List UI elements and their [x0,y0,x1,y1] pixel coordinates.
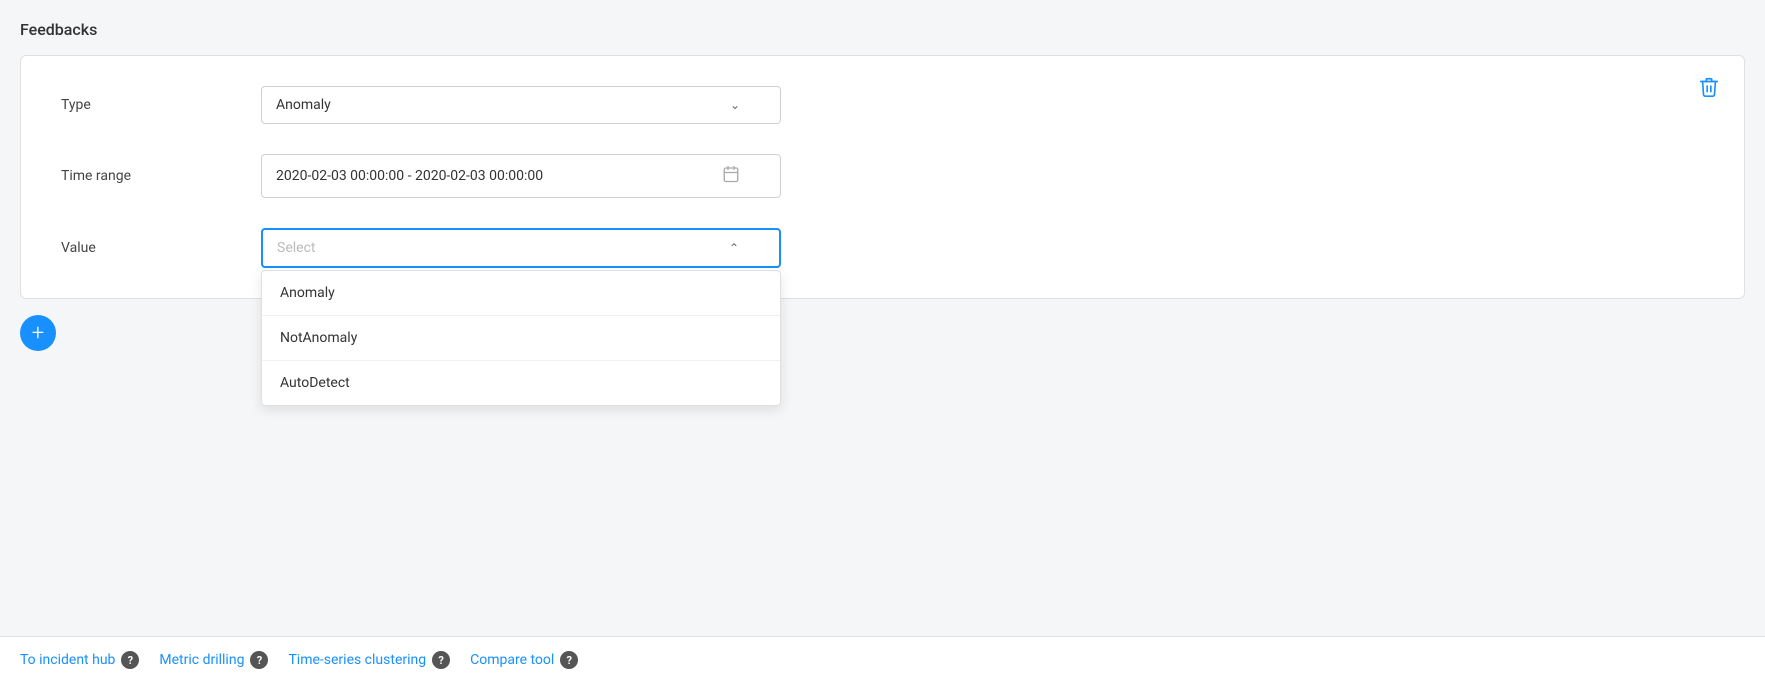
value-row: Value Select ⌃ Anomaly NotAnomaly AutoDe… [61,228,1704,268]
page-title: Feedbacks [20,20,1745,39]
type-select[interactable]: Anomaly ⌄ [261,86,781,124]
help-icon-time-series-clustering[interactable]: ? [432,651,450,669]
time-range-input[interactable]: 2020-02-03 00:00:00 - 2020-02-03 00:00:0… [261,154,781,198]
nav-link-incident-hub[interactable]: To incident hub [20,652,115,668]
nav-link-metric-drilling[interactable]: Metric drilling [159,652,244,668]
nav-link-time-series-clustering[interactable]: Time-series clustering [288,652,426,668]
value-control: Select ⌃ Anomaly NotAnomaly AutoDetect [261,228,781,268]
type-control: Anomaly ⌄ [261,86,781,124]
calendar-icon [722,165,740,187]
time-range-label: Time range [61,168,261,184]
help-icon-metric-drilling[interactable]: ? [250,651,268,669]
footer-nav: To incident hub ? Metric drilling ? Time… [0,636,1765,683]
time-range-control: 2020-02-03 00:00:00 - 2020-02-03 00:00:0… [261,154,781,198]
type-label: Type [61,97,261,113]
value-select[interactable]: Select ⌃ [261,228,781,268]
type-chevron-down-icon: ⌄ [730,98,740,112]
nav-link-compare-tool[interactable]: Compare tool [470,652,554,668]
value-dropdown: Anomaly NotAnomaly AutoDetect [261,270,781,406]
help-icon-compare-tool[interactable]: ? [560,651,578,669]
value-label: Value [61,228,261,256]
type-value: Anomaly [276,97,331,113]
dropdown-item-anomaly[interactable]: Anomaly [262,271,780,316]
feedback-card: Type Anomaly ⌄ Time range 2020-02-03 00:… [20,55,1745,299]
add-feedback-button[interactable]: + [20,315,56,351]
dropdown-item-notanomaly[interactable]: NotAnomaly [262,316,780,361]
time-range-value: 2020-02-03 00:00:00 - 2020-02-03 00:00:0… [276,168,543,184]
value-placeholder: Select [277,240,315,256]
help-icon-incident-hub[interactable]: ? [121,651,139,669]
type-row: Type Anomaly ⌄ [61,86,1704,124]
dropdown-item-autodetect[interactable]: AutoDetect [262,361,780,405]
time-range-row: Time range 2020-02-03 00:00:00 - 2020-02… [61,154,1704,198]
delete-button[interactable] [1698,76,1720,103]
value-chevron-up-icon: ⌃ [729,241,739,255]
